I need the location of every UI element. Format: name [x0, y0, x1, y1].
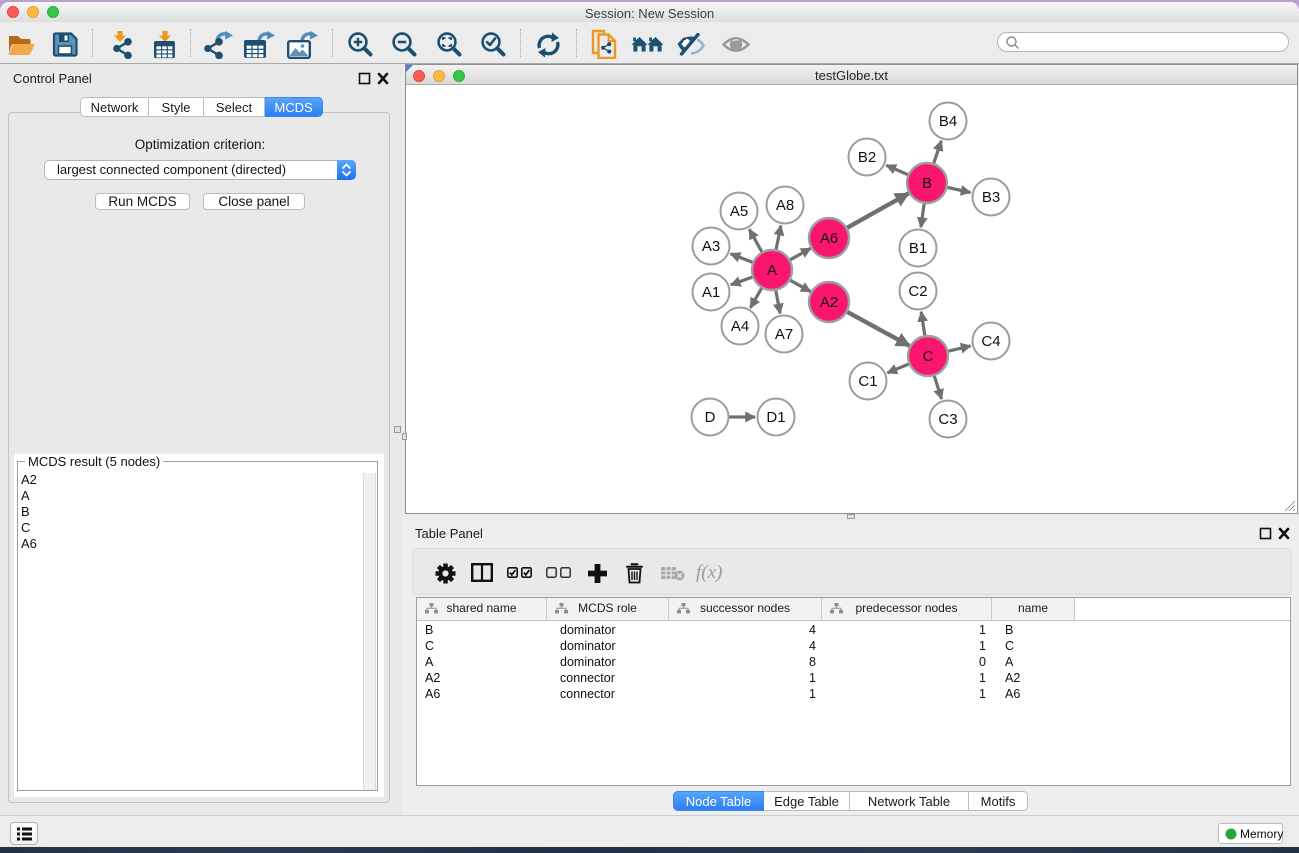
svg-text:D: D — [705, 409, 716, 426]
svg-text:D1: D1 — [766, 409, 785, 426]
svg-text:A1: A1 — [702, 284, 720, 301]
svg-text:C4: C4 — [981, 333, 1000, 350]
svg-text:C1: C1 — [858, 373, 877, 390]
svg-text:B3: B3 — [982, 189, 1000, 206]
svg-text:B4: B4 — [939, 113, 957, 130]
svg-text:A5: A5 — [730, 203, 748, 220]
svg-text:A7: A7 — [775, 326, 793, 343]
svg-text:C3: C3 — [938, 411, 957, 428]
svg-text:C: C — [923, 348, 934, 365]
svg-text:A8: A8 — [776, 197, 794, 214]
svg-text:A4: A4 — [731, 318, 749, 335]
svg-text:A2: A2 — [820, 294, 838, 311]
svg-text:B: B — [922, 175, 932, 192]
svg-text:A6: A6 — [820, 230, 838, 247]
svg-text:C2: C2 — [908, 283, 927, 300]
svg-text:A: A — [767, 262, 777, 279]
svg-text:B2: B2 — [858, 149, 876, 166]
svg-text:B1: B1 — [909, 240, 927, 257]
svg-text:A3: A3 — [702, 238, 720, 255]
